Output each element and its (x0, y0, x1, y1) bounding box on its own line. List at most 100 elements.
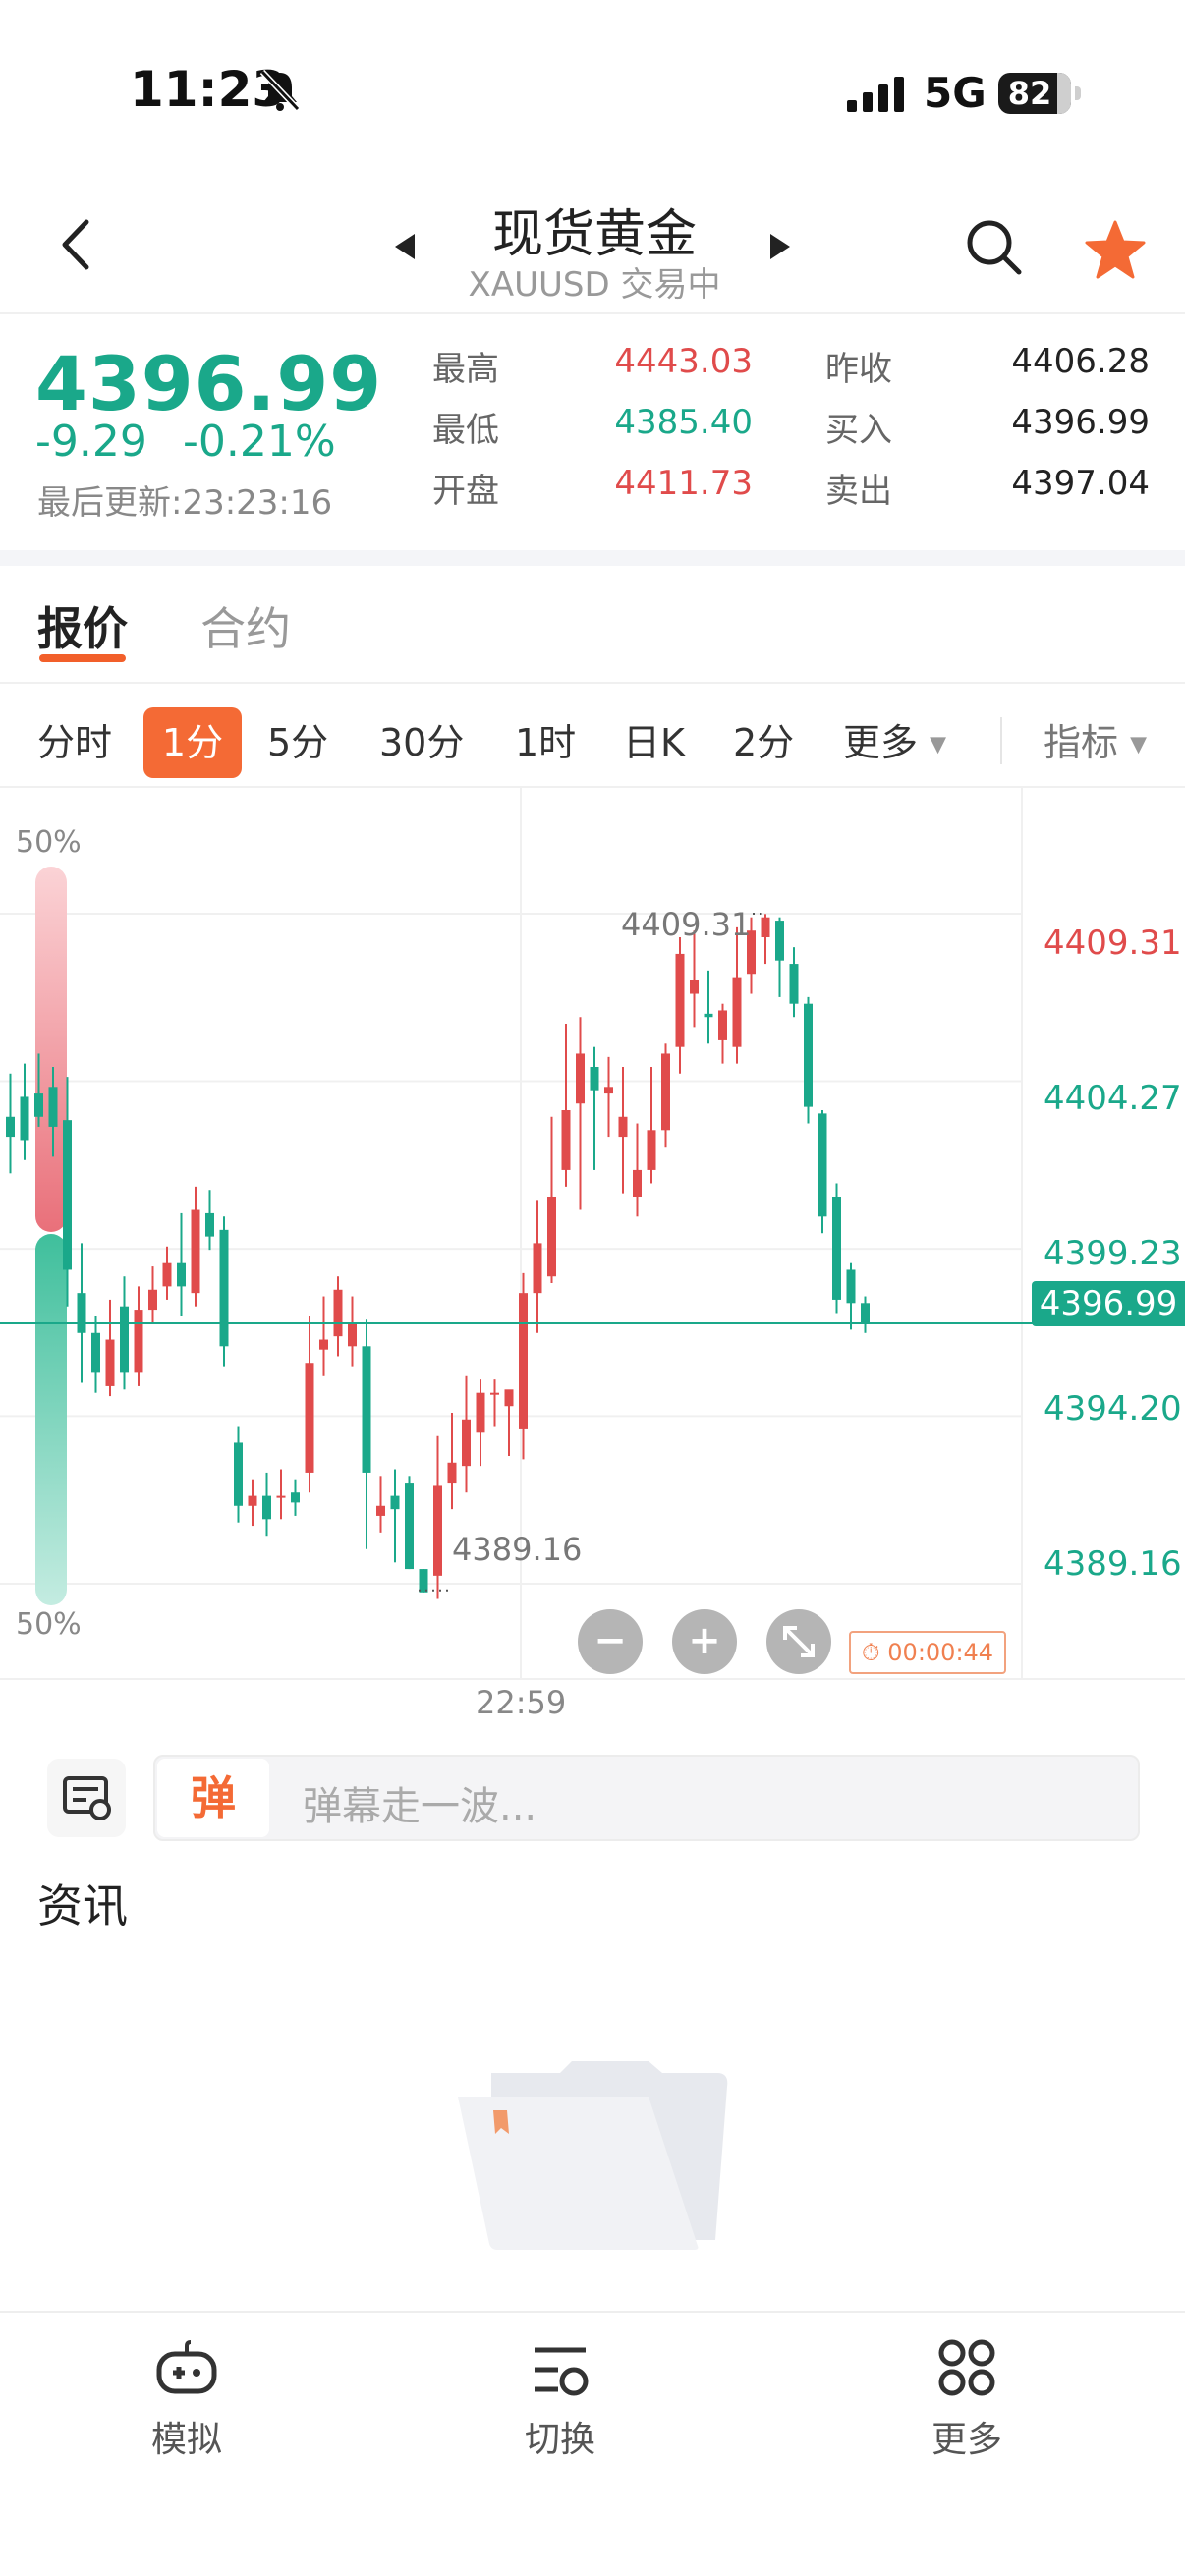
gamepad-icon (156, 2340, 217, 2394)
bottom-nav-divider (0, 2311, 1185, 2313)
header-divider (0, 312, 1185, 314)
candle-body (861, 1303, 870, 1323)
sentiment-bear-bar (35, 1234, 67, 1605)
period-more[interactable]: 更多 ▼ (843, 707, 946, 778)
candle-body (789, 964, 799, 1004)
tab-contract[interactable]: 合约 (200, 593, 291, 658)
battery-icon: 82 (998, 73, 1081, 114)
expand-icon (783, 1626, 815, 1657)
candle-body (547, 1197, 556, 1277)
sentiment-bull-bar (35, 867, 67, 1232)
stat-value-low: 4385.40 (614, 403, 753, 442)
candlestick-chart[interactable] (0, 788, 1185, 1682)
fullscreen-button[interactable] (766, 1609, 831, 1674)
candle-body (732, 977, 742, 1047)
period-separator (1000, 717, 1002, 764)
candle-body (63, 1120, 72, 1270)
stat-value-prev-close: 4406.28 (1011, 342, 1150, 381)
back-chevron-icon[interactable] (61, 218, 90, 271)
candle-body (618, 1116, 628, 1138)
stat-label-bid: 买入 (825, 411, 892, 450)
candle-countdown: ⏱ 00:00:44 (849, 1631, 1006, 1674)
stat-label-ask: 卖出 (825, 472, 892, 511)
danmaku-settings-icon (63, 1776, 111, 1820)
stat-label-open: 开盘 (432, 472, 499, 511)
clock-icon: ⏱ (861, 1639, 880, 1666)
candle-body (604, 1087, 613, 1094)
candle-body (490, 1392, 499, 1395)
network-label: 5G (924, 69, 987, 117)
tab-quote[interactable]: 报价 (37, 593, 128, 658)
min-price-annotation: 4389.16 (452, 1531, 583, 1568)
candle-body (818, 1113, 827, 1217)
x-axis-time-label: 22:59 (476, 1684, 567, 1721)
candle-body (333, 1289, 343, 1337)
news-section-title: 资讯 (37, 1879, 128, 1932)
period-2min[interactable]: 2分 (733, 707, 794, 778)
candle-body (462, 1419, 471, 1467)
danmaku-settings-button[interactable] (47, 1759, 126, 1837)
period-30min[interactable]: 30分 (379, 707, 464, 778)
grid-more-icon (938, 2339, 995, 2396)
candle-body (120, 1306, 129, 1373)
current-price-tag: 4396.99 (1032, 1281, 1185, 1326)
price-change-percent: -0.21% (183, 417, 336, 467)
period-1min[interactable]: 1分 (143, 707, 242, 778)
last-update-time: 最后更新:23:23:16 (37, 483, 333, 523)
indicator-menu[interactable]: 指标 ▼ (1044, 707, 1147, 778)
caret-down-icon: ▼ (930, 732, 947, 757)
candle-body (675, 953, 685, 1047)
stat-label-low: 最低 (432, 411, 499, 450)
bell-muted-icon (259, 69, 301, 112)
candle-body (832, 1197, 841, 1300)
search-icon[interactable] (965, 218, 1024, 277)
page-title: 现货黄金 (491, 205, 697, 264)
candle-body (704, 1013, 713, 1018)
price-change: -9.29 (35, 417, 147, 467)
candle-body (191, 1209, 200, 1294)
candle-body (162, 1262, 172, 1287)
zoom-in-button[interactable]: + (672, 1609, 737, 1674)
candle-body (419, 1569, 428, 1593)
candle-body (362, 1346, 371, 1473)
candle-body (405, 1483, 414, 1570)
bear-percent: 50% (16, 1607, 82, 1642)
candle-body (262, 1495, 271, 1520)
tabs-divider (0, 682, 1185, 684)
candle-body (590, 1067, 599, 1091)
stat-value-high: 4443.03 (614, 342, 753, 381)
battery-level: 82 (1007, 75, 1052, 112)
period-more-label: 更多 (843, 721, 919, 764)
candle-body (34, 1093, 43, 1117)
period-daily[interactable]: 日K (623, 707, 685, 778)
period-timeshare[interactable]: 分时 (37, 707, 112, 778)
candle-body (6, 1116, 15, 1138)
candle-body (48, 1087, 58, 1127)
prev-instrument-icon[interactable] (393, 232, 417, 261)
indicator-label: 指标 (1044, 721, 1119, 764)
candle-body (219, 1229, 229, 1347)
favorite-star-icon[interactable] (1085, 220, 1146, 279)
danmaku-input[interactable] (153, 1755, 1140, 1841)
next-instrument-icon[interactable] (768, 232, 792, 261)
danmaku-badge: 弹 (157, 1759, 269, 1837)
section-gap (0, 550, 1185, 566)
period-1hour[interactable]: 1时 (515, 707, 576, 778)
candle-body (234, 1442, 243, 1506)
period-5min[interactable]: 5分 (267, 707, 328, 778)
candle-body (105, 1339, 115, 1386)
caret-down-icon: ▼ (1130, 732, 1148, 757)
active-tab-indicator (39, 654, 126, 662)
nav-simulate-label: 模拟 (150, 2420, 222, 2460)
candle-body (846, 1269, 856, 1304)
candle-body (177, 1262, 186, 1287)
nav-more-label: 更多 (931, 2420, 1002, 2460)
y-label-2: 4404.27 (1044, 1079, 1182, 1118)
candle-body (690, 980, 699, 994)
bull-percent: 50% (16, 825, 82, 860)
candle-body (376, 1505, 385, 1516)
candle-body (775, 921, 784, 961)
zoom-out-button[interactable]: − (578, 1609, 643, 1674)
candle-body (134, 1310, 143, 1373)
chart-bottom-divider (0, 1678, 1185, 1680)
